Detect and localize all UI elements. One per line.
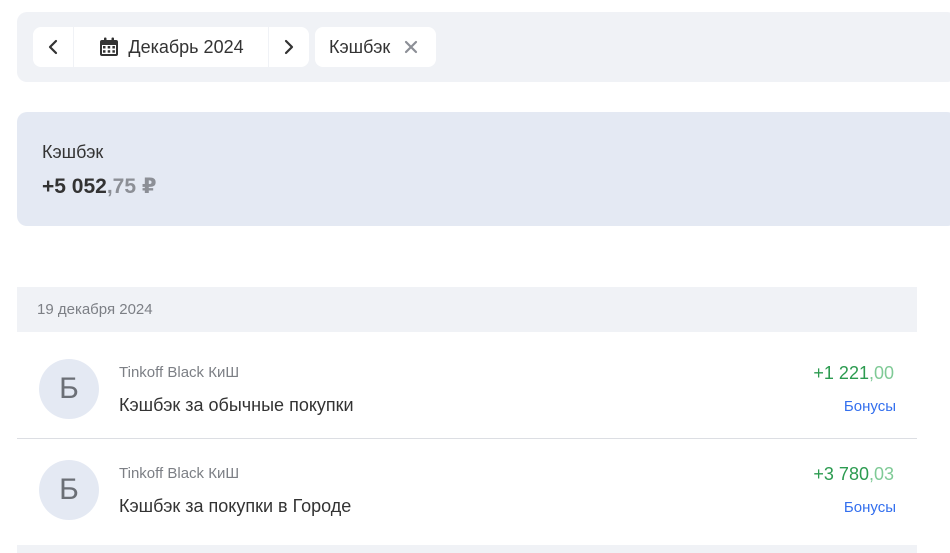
operation-amount-integer: +1 221 <box>813 363 869 383</box>
prev-month-button[interactable] <box>33 27 73 67</box>
month-picker-button[interactable]: Декабрь 2024 <box>74 27 268 67</box>
next-date-group-header <box>17 545 917 553</box>
operation-row[interactable]: Б Tinkoff Black КиШ Кэшбэк за покупки в … <box>17 440 917 540</box>
chevron-right-icon <box>284 39 294 55</box>
summary-amount: +5 052,75 ₽ <box>42 174 156 199</box>
merchant-avatar: Б <box>39 460 99 520</box>
date-group-label: 19 декабря 2024 <box>37 301 153 318</box>
chip-label: Кэшбэк <box>329 36 391 57</box>
operation-description: Кэшбэк за покупки в Городе <box>119 496 352 516</box>
summary-amount-integer: +5 052 <box>42 175 107 198</box>
operation-category-link[interactable]: Бонусы <box>844 499 896 516</box>
chevron-left-icon <box>48 39 58 55</box>
summary-label: Кэшбэк <box>42 142 104 162</box>
period-filter-bar: Декабрь 2024 Кэшбэк <box>17 12 950 82</box>
operation-amount-fraction: ,03 <box>868 464 894 484</box>
operation-amount: +1 221,00 <box>813 363 894 384</box>
operation-account: Tinkoff Black КиШ <box>119 364 240 381</box>
operation-category-link[interactable]: Бонусы <box>844 398 896 415</box>
operation-amount-fraction: ,00 <box>868 363 894 383</box>
month-label: Декабрь 2024 <box>128 36 244 57</box>
cashback-summary-card: Кэшбэк +5 052,75 ₽ <box>17 112 950 226</box>
operation-amount-integer: +3 780 <box>813 464 869 484</box>
merchant-avatar: Б <box>39 359 99 419</box>
summary-amount-fraction: ,75 ₽ <box>106 175 157 198</box>
operation-amount: +3 780,03 <box>813 464 894 485</box>
operation-account: Tinkoff Black КиШ <box>119 465 240 482</box>
operation-row[interactable]: Б Tinkoff Black КиШ Кэшбэк за обычные по… <box>17 339 917 439</box>
category-filter-chip[interactable]: Кэшбэк <box>315 27 436 67</box>
operation-description: Кэшбэк за обычные покупки <box>119 395 354 415</box>
next-month-button[interactable] <box>269 27 309 67</box>
date-group-header: 19 декабря 2024 <box>17 287 917 332</box>
calendar-icon <box>100 37 119 56</box>
close-icon[interactable] <box>404 40 418 54</box>
